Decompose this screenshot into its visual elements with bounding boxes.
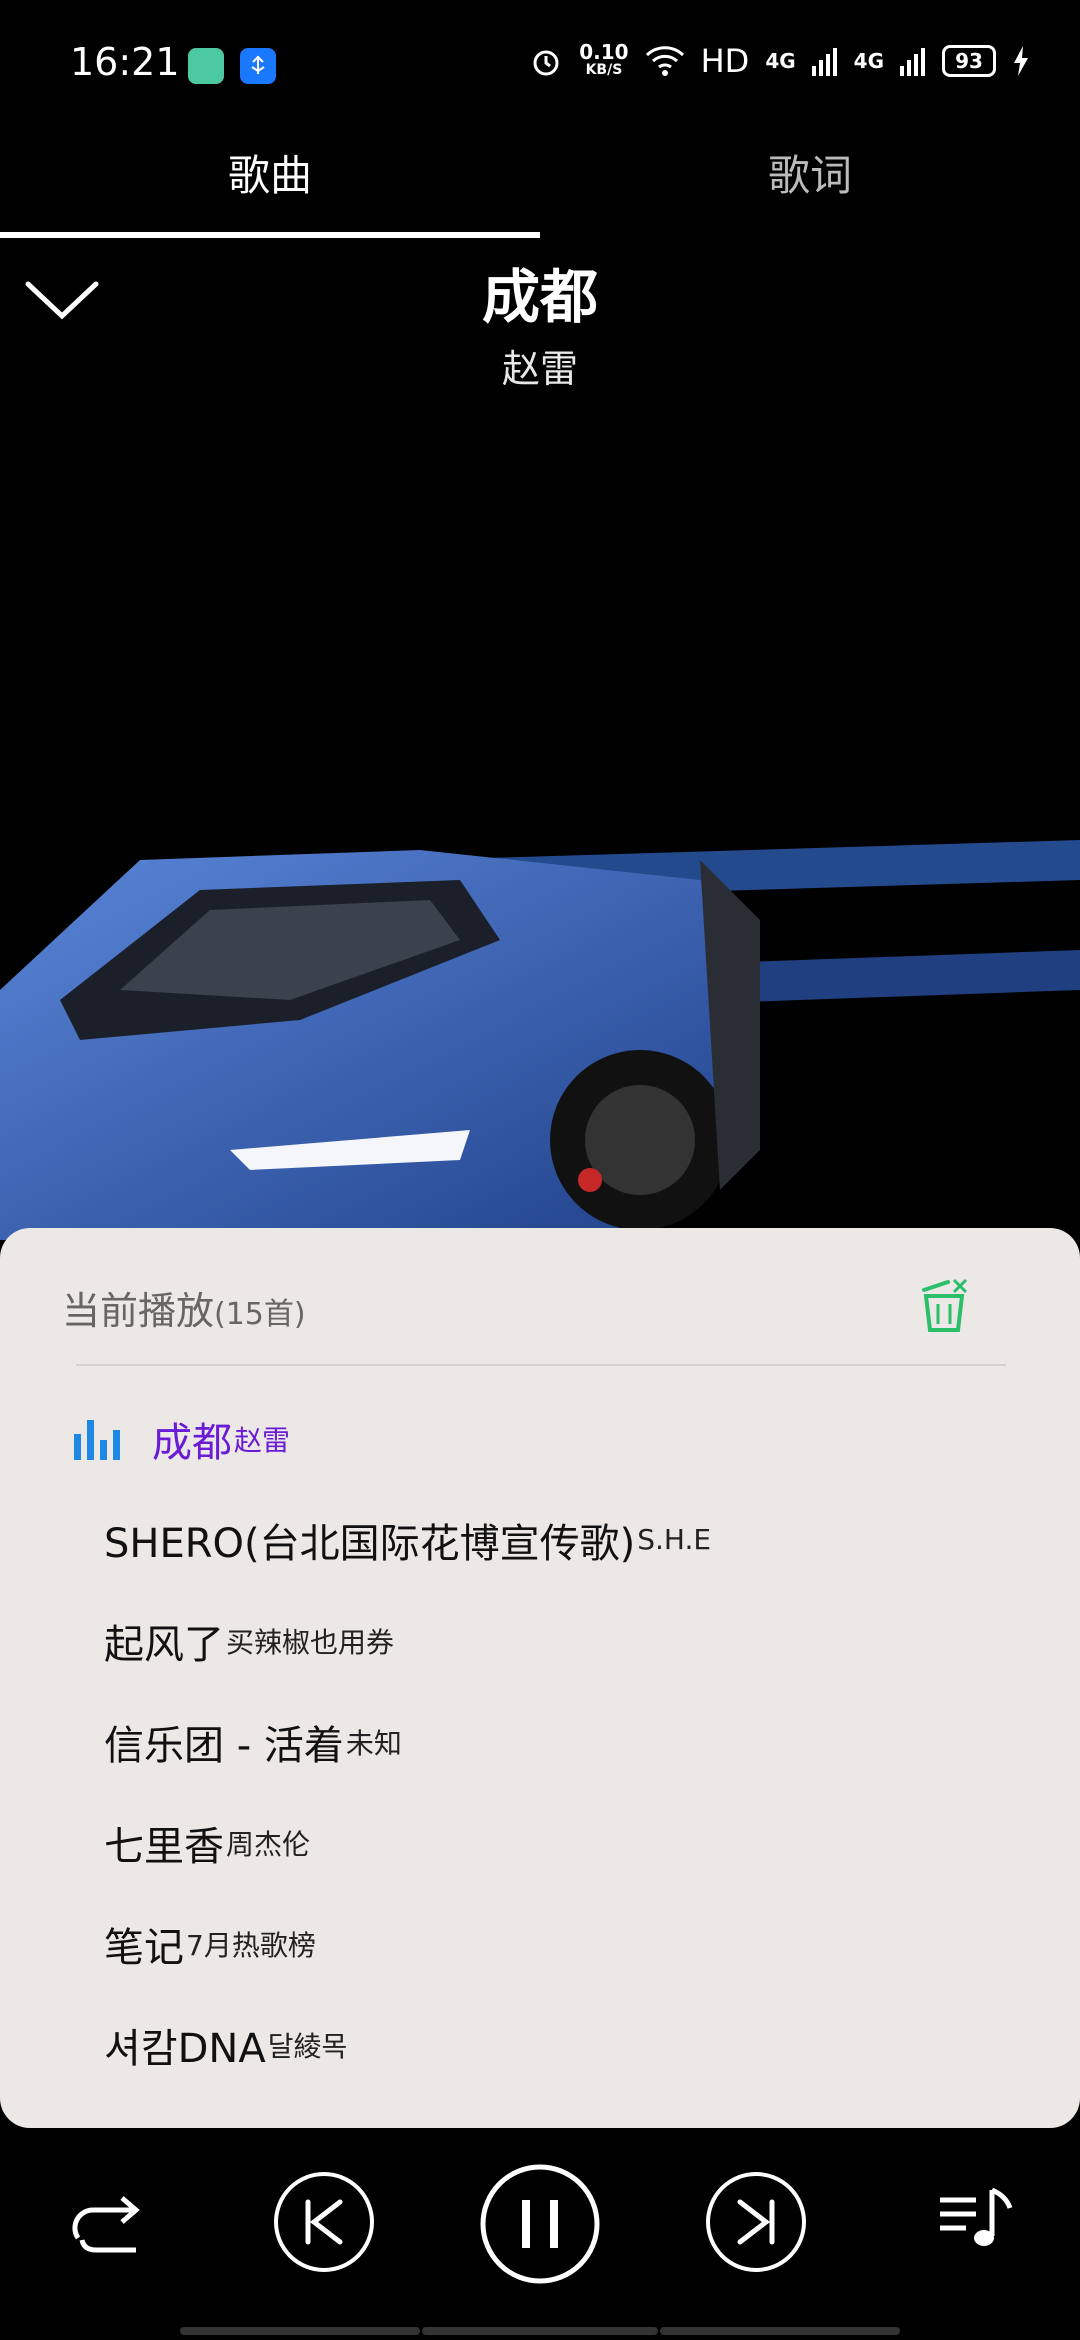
tab-songs[interactable]: 歌曲 — [0, 130, 540, 240]
net-speed: 0.10 KB/S — [579, 40, 629, 79]
playlist-item-title: 成都 — [152, 1419, 232, 1466]
sim1-label: 4G — [765, 49, 796, 73]
playlist-item[interactable]: 七里香 周杰伦 — [0, 1792, 1080, 1893]
status-indicators: 0.10 KB/S HD 4G 4G 93 — [529, 42, 1030, 80]
playlist-item-current[interactable]: 成都 赵雷 — [0, 1388, 1080, 1489]
playlist-item-artist: 赵雷 — [234, 1423, 291, 1457]
playlist-item[interactable]: 셔캄DNA 달綾목 — [0, 1994, 1080, 2095]
equalizer-icon — [74, 1420, 120, 1460]
playlist-item-title: 七里香 — [104, 1823, 224, 1870]
playlist-count: (15首) — [214, 1297, 306, 1332]
net-speed-unit: KB/S — [585, 62, 623, 78]
charging-icon — [1014, 46, 1028, 76]
usb-icon — [240, 48, 276, 84]
playlist-icon[interactable] — [936, 2180, 1016, 2260]
tab-bar: 歌曲 歌词 — [0, 130, 1080, 240]
playlist-item-artist: 7月热歌榜 — [186, 1928, 316, 1962]
signal-icon-1 — [811, 48, 837, 76]
nav-bar-segment — [422, 2327, 658, 2335]
playlist-item-artist: 买辣椒也用券 — [226, 1625, 395, 1659]
tab-lyrics[interactable]: 歌词 — [540, 130, 1080, 240]
playback-controls — [0, 2150, 1080, 2300]
notification-app-icon — [188, 48, 224, 84]
playlist-item-title: 셔캄DNA — [104, 2025, 266, 2072]
playlist-item-artist: 未知 — [345, 1726, 402, 1760]
playlist-item[interactable]: SHERO(台北国际花博宣传歌) S.H.E — [0, 1489, 1080, 1590]
nav-bar-segment — [180, 2327, 420, 2335]
alarm-icon — [533, 50, 559, 76]
playlist-header: 当前播放(15首) — [62, 1280, 306, 1335]
trash-icon[interactable] — [914, 1274, 974, 1334]
repeat-icon[interactable] — [70, 2190, 150, 2260]
playlist-list: 成都 赵雷 SHERO(台北国际花博宣传歌) S.H.E 起风了 买辣椒也用券 信乐团… — [0, 1388, 1080, 2095]
playlist-item[interactable]: 笔记 7月热歌榜 — [0, 1893, 1080, 1994]
pause-icon[interactable] — [478, 2162, 602, 2286]
playlist-item[interactable]: 信乐团 - 活着 未知 — [0, 1691, 1080, 1792]
playlist-item-title: 笔记 — [104, 1924, 184, 1971]
playlist-item-artist: 달綾목 — [267, 2029, 348, 2063]
status-time: 16:21 — [70, 40, 180, 84]
playlist-item-title: 起风了 — [104, 1621, 224, 1668]
nav-bar-segment — [660, 2327, 900, 2335]
playlist-panel: 当前播放(15首) 成都 赵雷 SHERO(台北国际花博宣传歌) S.H.E 起风了… — [0, 1228, 1080, 2128]
wifi-icon — [645, 46, 684, 76]
song-title: 成都 — [481, 263, 598, 331]
playlist-item-artist: 周杰伦 — [226, 1827, 311, 1861]
next-icon[interactable] — [704, 2170, 808, 2274]
playlist-header-label: 当前播放 — [62, 1289, 215, 1333]
status-bar: 16:21 0.10 KB/S HD 4G 4G 93 — [0, 0, 1080, 130]
battery-indicator: 93 — [942, 45, 996, 77]
previous-icon[interactable] — [272, 2170, 376, 2274]
hd-label: HD — [700, 42, 750, 80]
signal-icon-2 — [900, 48, 925, 76]
album-art — [0, 820, 1080, 1260]
playlist-divider — [76, 1364, 1006, 1366]
playlist-item-title: 信乐团 - 活着 — [104, 1722, 344, 1769]
net-speed-value: 0.10 — [579, 40, 629, 64]
playlist-item-title: SHERO(台北国际花博宣传歌) — [104, 1520, 636, 1567]
playlist-item[interactable]: 起风了 买辣椒也用券 — [0, 1590, 1080, 1691]
playlist-item-artist: S.H.E — [637, 1523, 712, 1556]
song-artist: 赵雷 — [501, 347, 578, 391]
sim2-label: 4G — [853, 49, 884, 73]
